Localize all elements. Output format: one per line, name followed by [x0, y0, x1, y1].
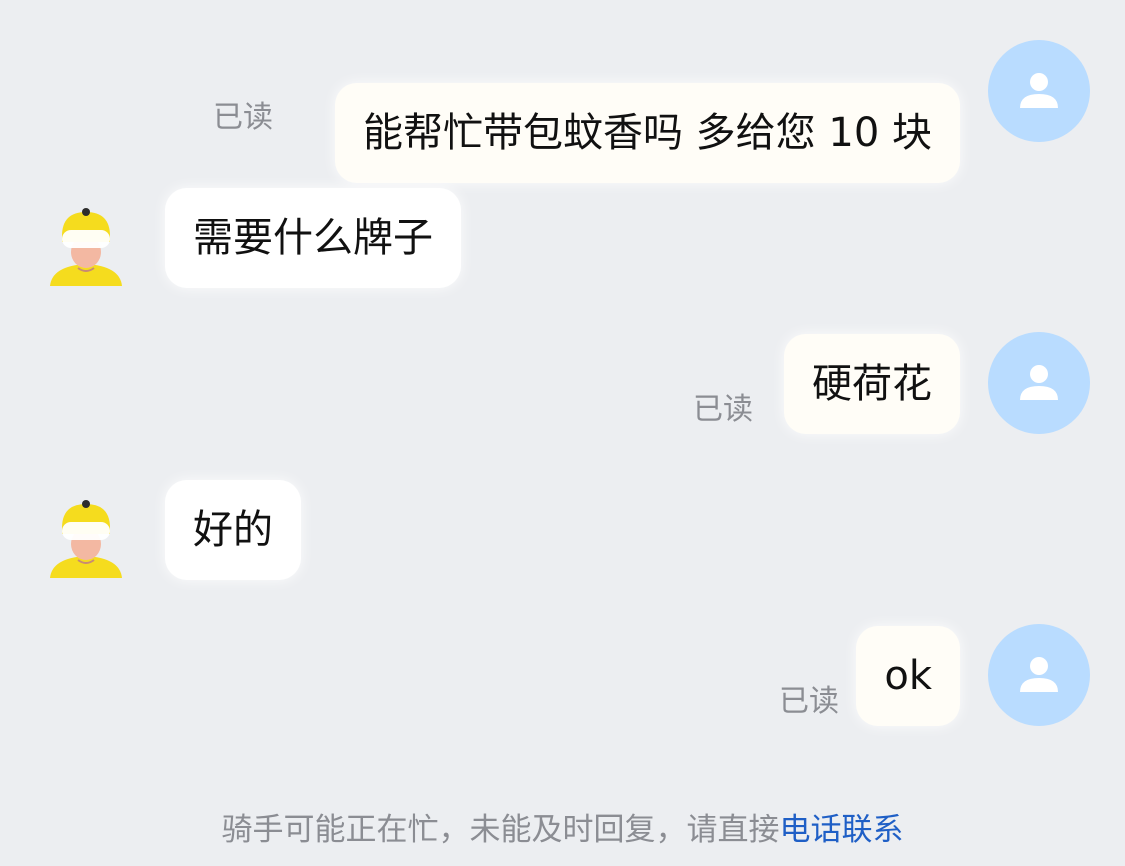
- read-receipt: 已读: [693, 392, 753, 427]
- user-avatar[interactable]: [988, 332, 1090, 434]
- message-bubble-outgoing[interactable]: 硬荷花: [784, 334, 960, 434]
- read-receipt: 已读: [213, 100, 273, 135]
- message-bubble-outgoing[interactable]: ok: [856, 626, 960, 726]
- message-row-incoming: 需要什么牌子: [0, 188, 1125, 292]
- message-row-incoming: 好的: [0, 480, 1125, 584]
- notice-text: 骑手可能正在忙，未能及时回复，请直接: [221, 812, 780, 848]
- message-row-outgoing: 已读 ok: [0, 624, 1125, 728]
- message-row-outgoing: 已读 硬荷花: [0, 332, 1125, 436]
- rider-avatar[interactable]: [48, 498, 124, 580]
- rider-busy-notice: 骑手可能正在忙，未能及时回复，请直接电话联系: [0, 803, 1125, 858]
- user-avatar[interactable]: [988, 624, 1090, 726]
- phone-contact-link[interactable]: 电话联系: [780, 812, 904, 848]
- message-bubble-incoming[interactable]: 需要什么牌子: [165, 188, 461, 288]
- user-avatar[interactable]: [988, 40, 1090, 142]
- rider-avatar[interactable]: [48, 206, 124, 288]
- message-bubble-incoming[interactable]: 好的: [165, 480, 301, 580]
- person-silhouette-icon: [1020, 73, 1058, 108]
- read-receipt: 已读: [779, 684, 839, 719]
- message-bubble-outgoing[interactable]: 能帮忙带包蚊香吗 多给您 10 块: [334, 83, 960, 183]
- chat-message-list[interactable]: 已读 能帮忙带包蚊香吗 多给您 10 块 需要什么牌子 已读 硬荷花 好的 已读…: [0, 0, 1125, 800]
- person-silhouette-icon: [1020, 657, 1058, 692]
- person-silhouette-icon: [1020, 365, 1058, 400]
- message-row-outgoing: 已读 能帮忙带包蚊香吗 多给您 10 块: [0, 40, 1125, 183]
